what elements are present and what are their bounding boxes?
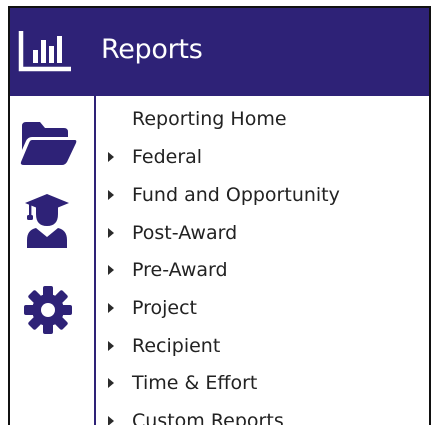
menu-item-label: Pre-Award: [132, 258, 228, 281]
reports-panel: Reports Reporting Home Federal Fund and …: [8, 6, 431, 425]
graduate-user-icon[interactable]: [22, 192, 72, 250]
gear-icon[interactable]: [22, 284, 74, 336]
menu-item-label: Post-Award: [132, 221, 238, 244]
page-title: Reports: [101, 34, 203, 65]
reports-menu: Reporting Home Federal Fund and Opportun…: [96, 96, 429, 425]
menu-item-label: Recipient: [132, 334, 221, 357]
menu-item-time-and-effort[interactable]: Time & Effort: [96, 364, 429, 401]
menu-item-label: Project: [132, 296, 198, 319]
caret-right-icon[interactable]: [108, 340, 114, 351]
icon-rail: [10, 96, 96, 425]
caret-right-icon[interactable]: [108, 151, 114, 162]
bar-chart-icon: [18, 28, 74, 74]
menu-item-label: Custom Reports: [132, 409, 284, 425]
menu-item-fund-and-opportunity[interactable]: Fund and Opportunity: [96, 176, 429, 213]
caret-right-icon[interactable]: [108, 302, 114, 313]
menu-item-pre-award[interactable]: Pre-Award: [96, 251, 429, 288]
menu-item-reporting-home[interactable]: Reporting Home: [96, 100, 429, 137]
app-header: Reports: [10, 8, 429, 96]
menu-item-label: Time & Effort: [132, 371, 258, 394]
caret-right-icon[interactable]: [108, 264, 114, 275]
menu-item-label: Fund and Opportunity: [132, 183, 340, 206]
caret-right-icon[interactable]: [108, 189, 114, 200]
menu-item-label: Reporting Home: [132, 107, 287, 130]
menu-item-custom-reports[interactable]: Custom Reports: [96, 402, 429, 425]
caret-right-icon[interactable]: [108, 377, 114, 388]
caret-right-icon[interactable]: [108, 415, 114, 425]
menu-item-federal[interactable]: Federal: [96, 138, 429, 175]
folder-open-icon[interactable]: [18, 120, 78, 168]
menu-item-project[interactable]: Project: [96, 289, 429, 326]
caret-right-icon[interactable]: [108, 227, 114, 238]
menu-item-post-award[interactable]: Post-Award: [96, 214, 429, 251]
menu-item-label: Federal: [132, 145, 203, 168]
menu-item-recipient[interactable]: Recipient: [96, 327, 429, 364]
